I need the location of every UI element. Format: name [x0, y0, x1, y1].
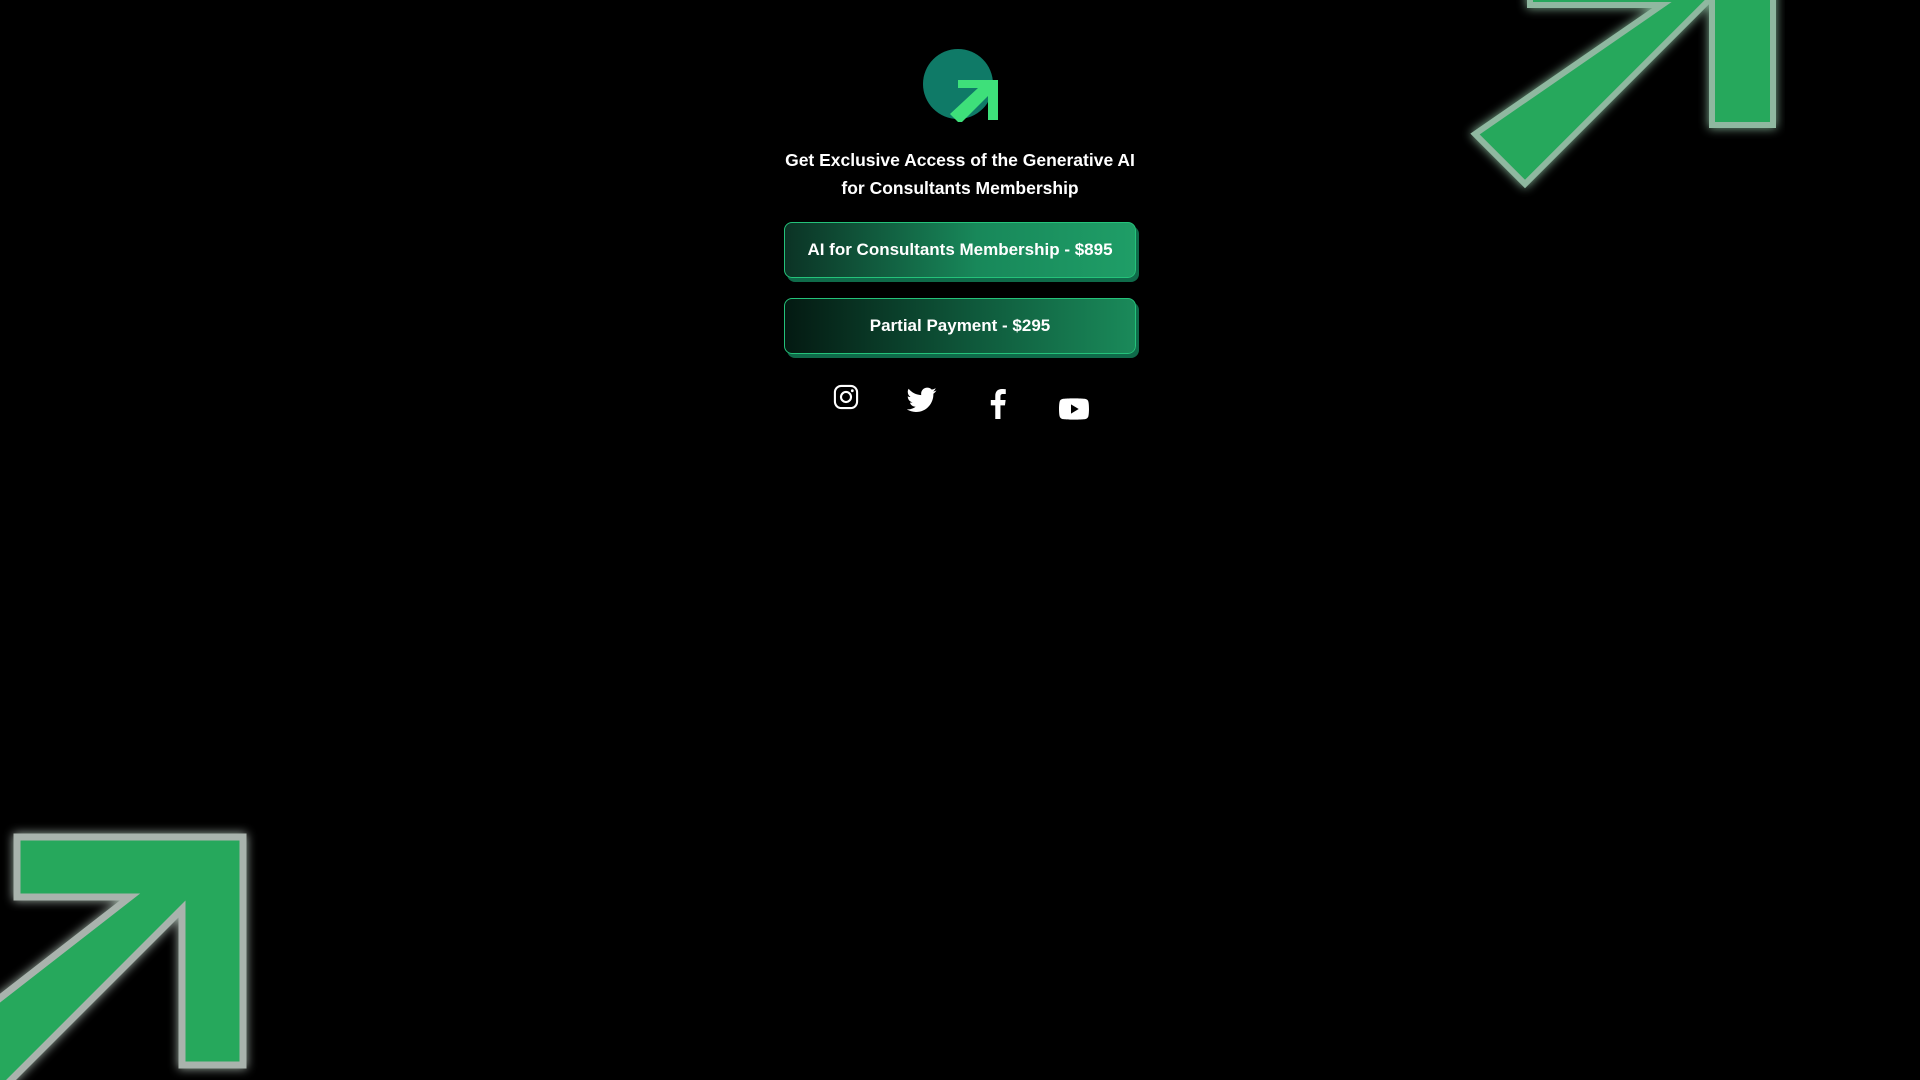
page: Get Exclusive Access of the Generative A… — [0, 0, 1920, 1080]
twitter-icon — [907, 387, 937, 412]
youtube-icon — [1059, 398, 1089, 420]
membership-link-label: AI for Consultants Membership - $895 — [807, 240, 1113, 259]
youtube-link[interactable] — [1059, 387, 1089, 420]
facebook-link[interactable] — [983, 387, 1013, 419]
social-links — [831, 382, 1089, 422]
instagram-icon — [833, 384, 859, 410]
partial-payment-link-label: Partial Payment - $295 — [869, 316, 1051, 335]
twitter-link[interactable] — [907, 387, 937, 417]
decorative-arrow-bottom-left-icon — [0, 833, 247, 1080]
membership-link-button[interactable]: AI for Consultants Membership - $895 — [784, 222, 1136, 278]
link-column: Get Exclusive Access of the Generative A… — [0, 0, 1920, 422]
partial-payment-link-button[interactable]: Partial Payment - $295 — [784, 298, 1136, 354]
instagram-link[interactable] — [831, 384, 861, 417]
page-headline: Get Exclusive Access of the Generative A… — [785, 150, 1135, 198]
facebook-icon — [990, 389, 1006, 419]
brand-logo-arrow-icon — [923, 49, 998, 122]
